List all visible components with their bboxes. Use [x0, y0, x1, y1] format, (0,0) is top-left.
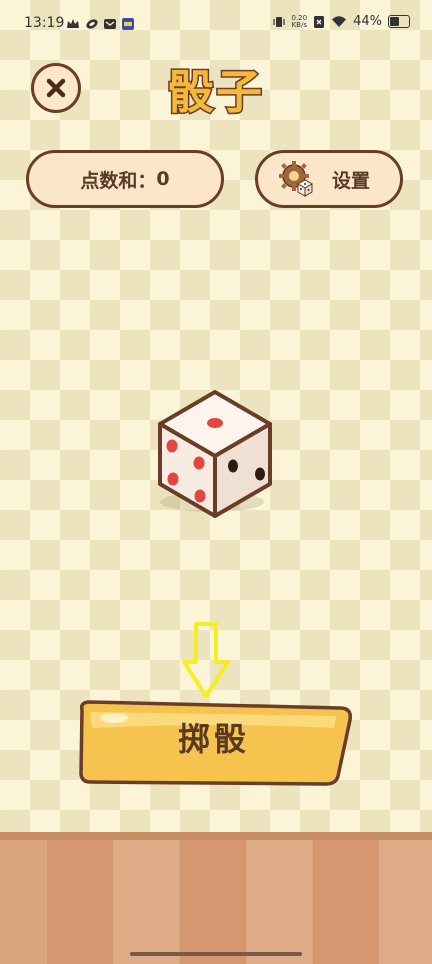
- gear-dice-icon: [278, 161, 313, 197]
- status-right: 0.20 KB/s 44%: [272, 13, 410, 29]
- settings-label: 设置: [331, 169, 370, 192]
- die-right-pip: [255, 467, 265, 481]
- floor-plank: [113, 840, 179, 964]
- floor-plank: [313, 840, 379, 964]
- die-left-pip: [193, 456, 205, 470]
- net-speed: 0.20 KB/s: [291, 13, 308, 29]
- score-value: 0: [156, 168, 170, 190]
- die-right-pip: [228, 459, 238, 473]
- score-label: 点数和：: [80, 169, 157, 192]
- status-time: 13:19: [24, 15, 65, 31]
- wifi-icon: [332, 16, 347, 27]
- hint-arrow-icon: [182, 622, 230, 698]
- die-left-pip: [194, 489, 206, 503]
- wooden-floor: [0, 832, 432, 964]
- die-left-pip: [167, 472, 179, 486]
- floor-plank: [180, 840, 246, 964]
- close-button[interactable]: [31, 63, 81, 113]
- score-display: 点数和： 0: [26, 150, 224, 208]
- floor-plank: [246, 840, 312, 964]
- status-bar: 13:19 0.20 KB/s 44%: [0, 0, 432, 50]
- floor-plank: [379, 840, 432, 964]
- floor-plank: [47, 840, 113, 964]
- settings-button[interactable]: 设置: [255, 150, 403, 208]
- vibrate-icon: [272, 16, 285, 27]
- app-badge-icon: [122, 18, 134, 30]
- die-top-pip: [207, 418, 223, 428]
- crown-icon: [67, 19, 79, 28]
- die-left-pip: [166, 439, 178, 453]
- no-sim-icon: [314, 15, 325, 28]
- battery-icon: [388, 15, 410, 28]
- close-icon: [46, 78, 66, 98]
- gesture-nav-handle[interactable]: [130, 952, 302, 956]
- page-title: 骰子: [167, 64, 264, 121]
- floor-edge: [0, 832, 432, 840]
- mail-icon: [104, 19, 116, 29]
- app-notification-icon: [86, 19, 98, 29]
- roll-dice-button[interactable]: [74, 698, 354, 788]
- dice[interactable]: [150, 386, 280, 526]
- battery-percent: 44%: [353, 14, 382, 29]
